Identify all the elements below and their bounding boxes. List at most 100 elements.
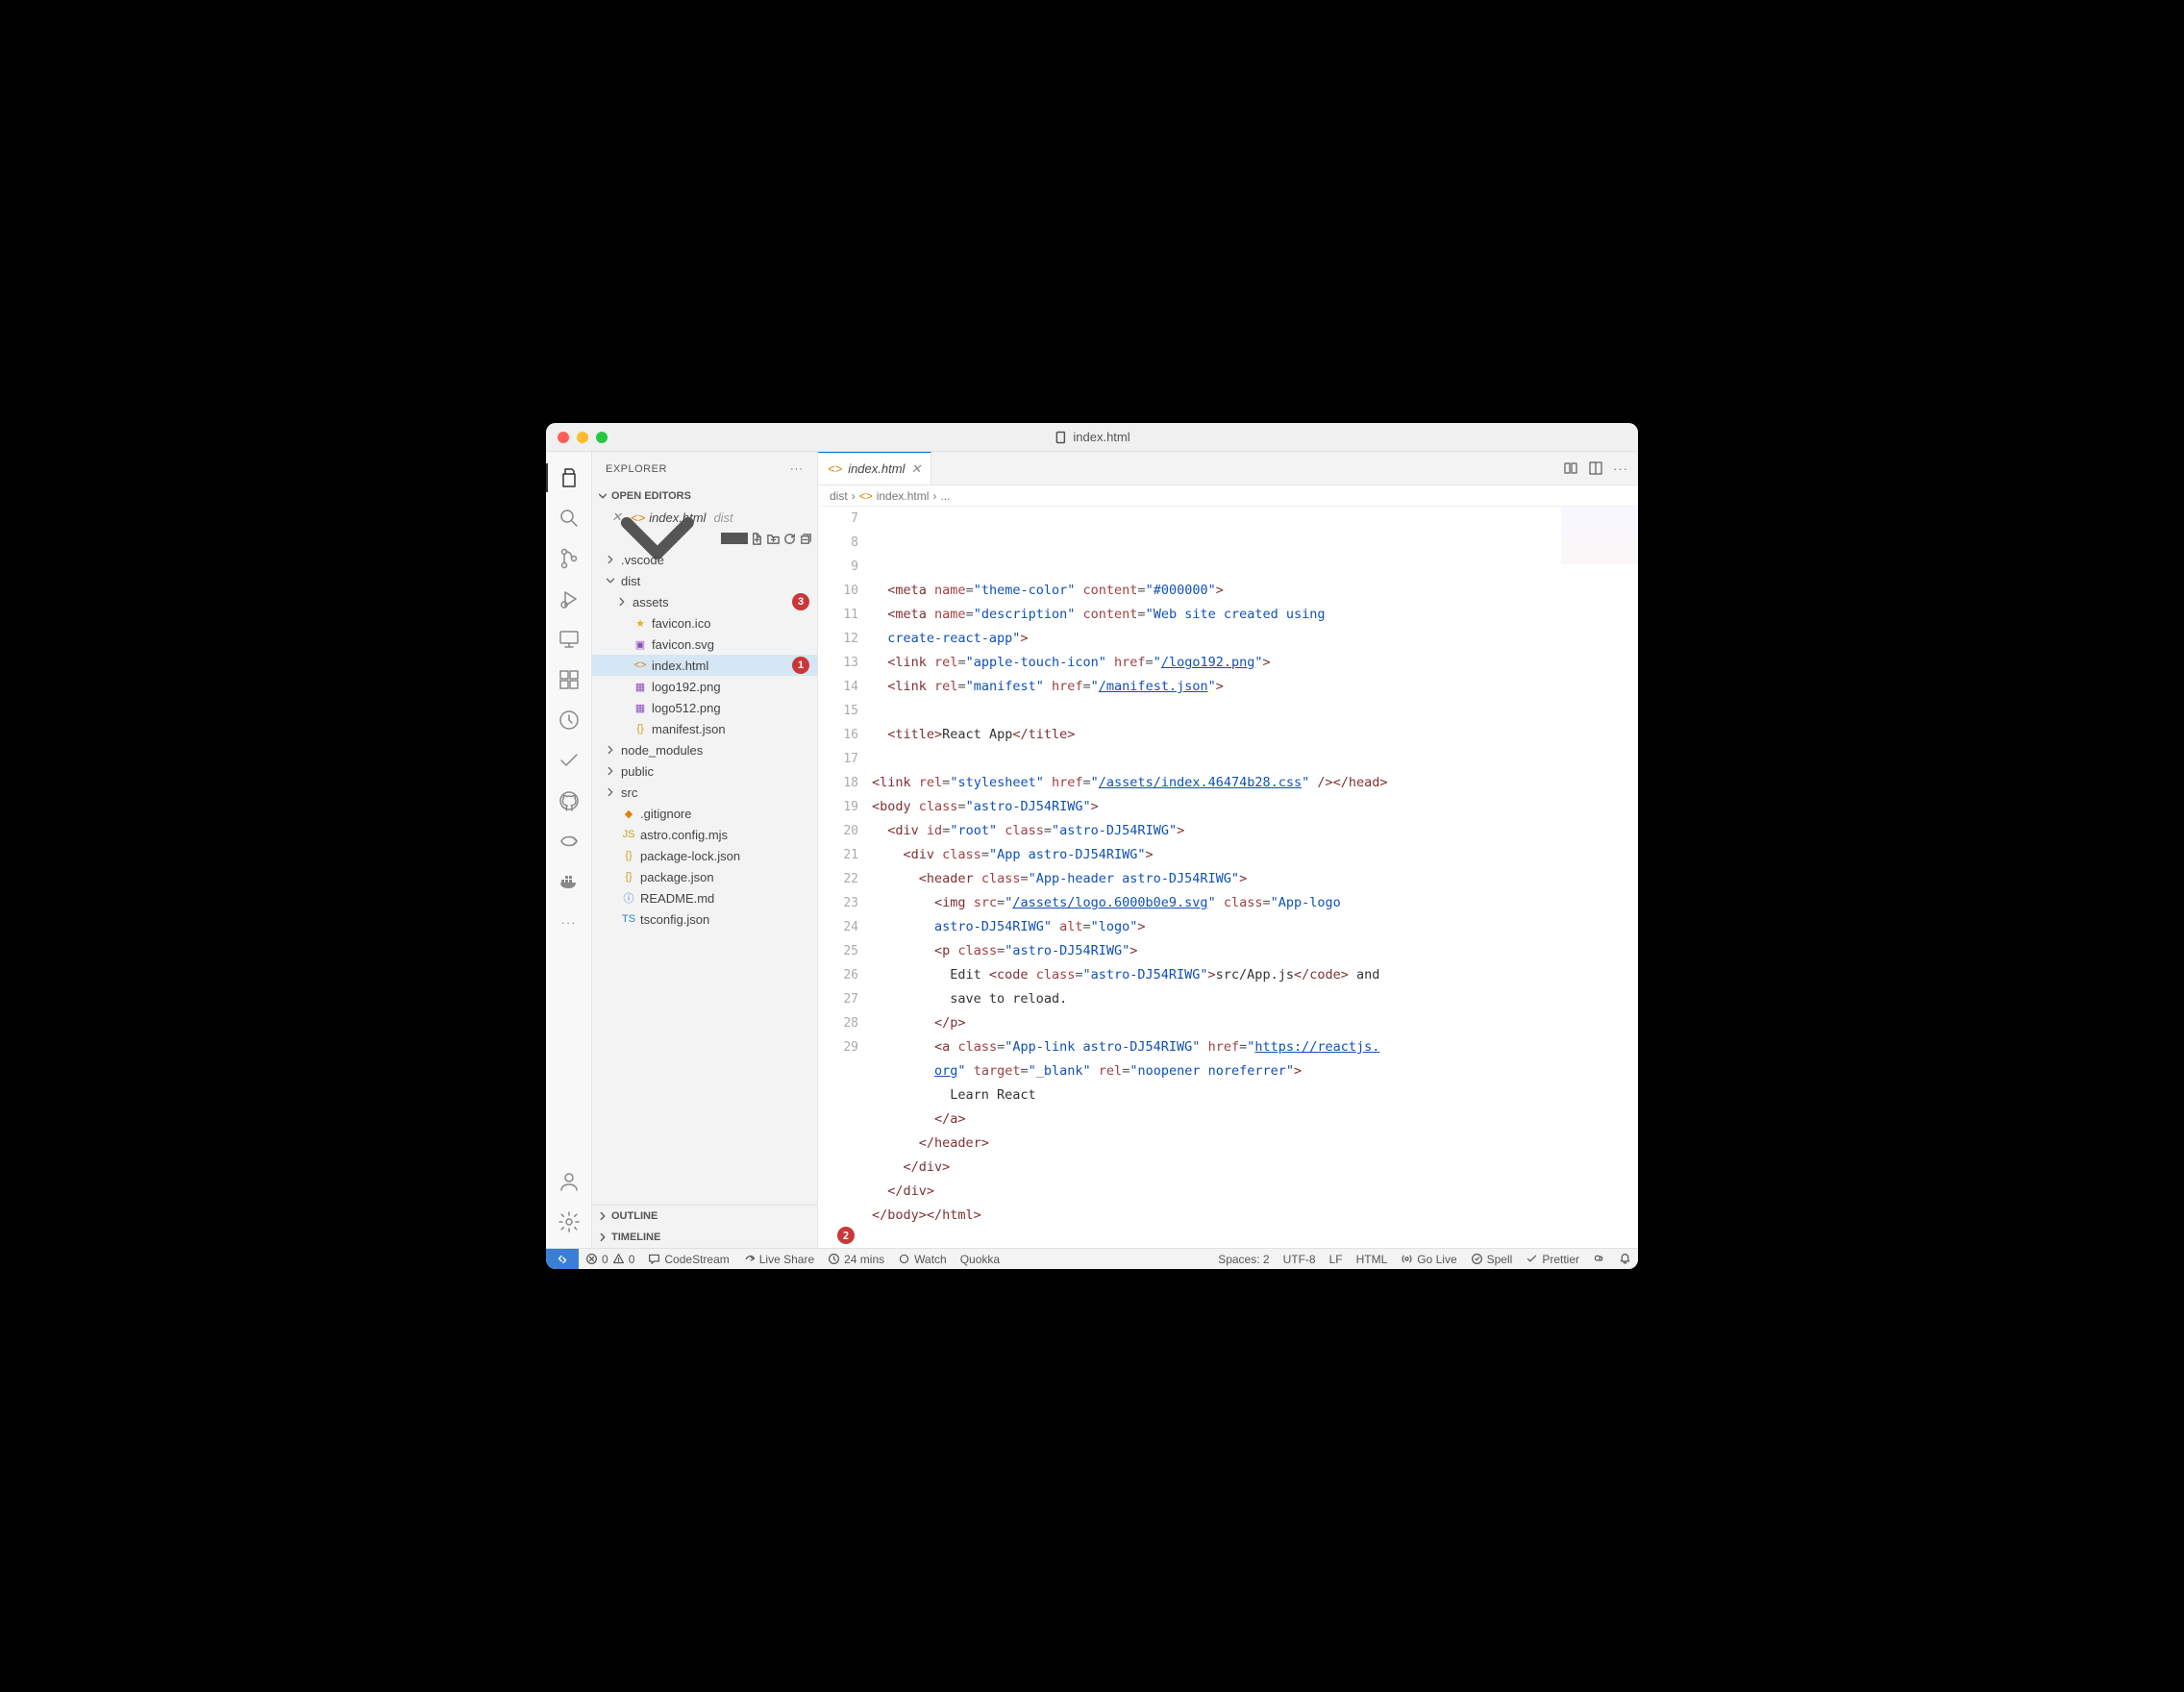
tree-item-package-json[interactable]: {}package.json bbox=[592, 866, 817, 887]
tree-item-favicon-ico[interactable]: ★favicon.ico bbox=[592, 612, 817, 634]
spell-icon bbox=[1471, 1253, 1483, 1265]
editor-body[interactable]: 7891011121314151617181920212223242526272… bbox=[818, 507, 1638, 1248]
file-type-icon: ▣ bbox=[633, 638, 648, 651]
tree-item-logo512-png[interactable]: ▦ logo512.png bbox=[592, 697, 817, 718]
activity-extensions[interactable] bbox=[546, 661, 592, 698]
status-feedback[interactable] bbox=[1586, 1253, 1612, 1265]
outline-label: OUTLINE bbox=[611, 1210, 658, 1222]
breadcrumbs[interactable]: dist › <> index.html › ... bbox=[818, 485, 1638, 507]
more-actions-icon[interactable]: ··· bbox=[1613, 461, 1628, 476]
file-type-icon: ▦ bbox=[633, 702, 648, 714]
explorer-sidebar: EXPLORER ··· OPEN EDITORS ✕ <> index.htm… bbox=[592, 452, 818, 1248]
tree-item-label: logo512.png bbox=[652, 701, 721, 715]
tree-item-astro-config-mjs[interactable]: JSastro.config.mjs bbox=[592, 824, 817, 845]
workspace-folder-header[interactable] bbox=[592, 528, 817, 549]
status-watch[interactable]: Watch bbox=[891, 1249, 954, 1269]
code-content[interactable]: <meta name="theme-color" content="#00000… bbox=[872, 507, 1638, 1248]
quokka-label: Quokka bbox=[960, 1253, 1000, 1266]
chevron-right-icon bbox=[604, 764, 617, 778]
golive-label: Go Live bbox=[1417, 1253, 1456, 1266]
tree-item-index-html[interactable]: <>index.html1 bbox=[592, 655, 817, 676]
activity-github[interactable] bbox=[546, 783, 592, 819]
maximize-window-button[interactable] bbox=[596, 432, 608, 443]
activity-more[interactable]: ··· bbox=[546, 904, 592, 940]
activity-docker[interactable] bbox=[546, 863, 592, 900]
chevron-right-icon bbox=[596, 1231, 609, 1244]
close-icon[interactable]: ✕ bbox=[910, 461, 921, 477]
split-editor-icon[interactable] bbox=[1588, 460, 1603, 476]
activity-account[interactable] bbox=[546, 1163, 592, 1200]
close-window-button[interactable] bbox=[558, 432, 569, 443]
status-quokka[interactable]: Quokka bbox=[954, 1249, 1006, 1269]
status-spaces[interactable]: Spaces: 2 bbox=[1211, 1253, 1276, 1266]
activity-remote-explorer[interactable] bbox=[546, 621, 592, 658]
tree-item--gitignore[interactable]: ◆.gitignore bbox=[592, 803, 817, 824]
status-problems[interactable]: 0 0 bbox=[579, 1249, 641, 1269]
minimize-window-button[interactable] bbox=[577, 432, 588, 443]
editor-tab[interactable]: <> index.html ✕ bbox=[818, 452, 931, 485]
window-title: index.html bbox=[1054, 430, 1129, 444]
check-icon bbox=[1526, 1253, 1538, 1265]
status-encoding[interactable]: UTF-8 bbox=[1277, 1253, 1323, 1266]
status-eol[interactable]: LF bbox=[1323, 1253, 1350, 1266]
minimap[interactable] bbox=[1561, 507, 1638, 564]
tree-item-public[interactable]: public bbox=[592, 760, 817, 782]
file-type-icon: {} bbox=[633, 723, 648, 734]
sidebar-more-icon[interactable]: ··· bbox=[790, 463, 804, 475]
tree-item-package-lock-json[interactable]: {}package-lock.json bbox=[592, 845, 817, 866]
file-type-icon: ⓘ bbox=[621, 890, 636, 906]
tree-item-assets[interactable]: assets3 bbox=[592, 591, 817, 612]
activity-checkmark[interactable] bbox=[546, 742, 592, 779]
chevron-right-icon bbox=[615, 595, 629, 609]
breadcrumb-item[interactable]: dist bbox=[830, 489, 848, 503]
breadcrumb-item[interactable]: index.html bbox=[877, 489, 930, 503]
activity-search[interactable] bbox=[546, 500, 592, 536]
tree-item-node-modules[interactable]: node_modules bbox=[592, 739, 817, 760]
tree-item-logo192-png[interactable]: ▦logo192.png bbox=[592, 676, 817, 697]
chevron-right-icon bbox=[596, 1209, 609, 1223]
activity-share[interactable] bbox=[546, 823, 592, 859]
annotation-badge-1: 1 bbox=[792, 657, 809, 674]
tree-item-src[interactable]: src bbox=[592, 782, 817, 803]
status-time[interactable]: 24 mins bbox=[821, 1249, 891, 1269]
error-count: 0 bbox=[602, 1253, 608, 1266]
activity-explorer[interactable] bbox=[546, 460, 592, 496]
status-liveshare[interactable]: Live Share bbox=[736, 1249, 821, 1269]
status-spell[interactable]: Spell bbox=[1464, 1253, 1520, 1266]
activity-debug[interactable] bbox=[546, 581, 592, 617]
tree-item-label: tsconfig.json bbox=[640, 912, 709, 927]
traffic-lights bbox=[558, 432, 608, 443]
breadcrumb-item[interactable]: ... bbox=[940, 489, 950, 503]
tree-item-label: astro.config.mjs bbox=[640, 828, 728, 842]
activity-source-control[interactable] bbox=[546, 540, 592, 577]
timeline-header[interactable]: TIMELINE bbox=[592, 1227, 817, 1248]
refresh-icon[interactable] bbox=[782, 532, 797, 546]
status-golive[interactable]: Go Live bbox=[1394, 1253, 1463, 1266]
tree-item-dist[interactable]: dist bbox=[592, 570, 817, 591]
status-language[interactable]: HTML bbox=[1350, 1253, 1395, 1266]
new-file-icon[interactable] bbox=[750, 532, 764, 546]
activity-settings[interactable] bbox=[546, 1204, 592, 1240]
status-codestream[interactable]: CodeStream bbox=[641, 1249, 735, 1269]
chevron-right-icon: › bbox=[852, 489, 856, 503]
tree-item-readme-md[interactable]: ⓘ README.md bbox=[592, 887, 817, 908]
tree-item-favicon-svg[interactable]: ▣favicon.svg bbox=[592, 634, 817, 655]
tree-item-manifest-json[interactable]: {}manifest.json bbox=[592, 718, 817, 739]
eol-label: LF bbox=[1329, 1253, 1343, 1266]
outline-header[interactable]: OUTLINE bbox=[592, 1206, 817, 1227]
tree-item--vscode[interactable]: .vscode bbox=[592, 549, 817, 570]
file-type-icon: <> bbox=[633, 659, 648, 671]
tree-item-tsconfig-json[interactable]: TStsconfig.json bbox=[592, 908, 817, 930]
prettier-label: Prettier bbox=[1542, 1253, 1579, 1266]
activity-test[interactable] bbox=[546, 702, 592, 738]
compare-icon[interactable] bbox=[1563, 460, 1578, 476]
remote-indicator[interactable] bbox=[546, 1249, 579, 1269]
file-type-icon: ▦ bbox=[633, 681, 648, 693]
status-bell[interactable] bbox=[1612, 1253, 1638, 1265]
collapse-all-icon[interactable] bbox=[799, 532, 813, 546]
tree-item-label: README.md bbox=[640, 891, 714, 906]
history-icon bbox=[828, 1253, 840, 1265]
new-folder-icon[interactable] bbox=[766, 532, 781, 546]
status-prettier[interactable]: Prettier bbox=[1519, 1253, 1586, 1266]
chevron-down-icon bbox=[604, 574, 617, 587]
